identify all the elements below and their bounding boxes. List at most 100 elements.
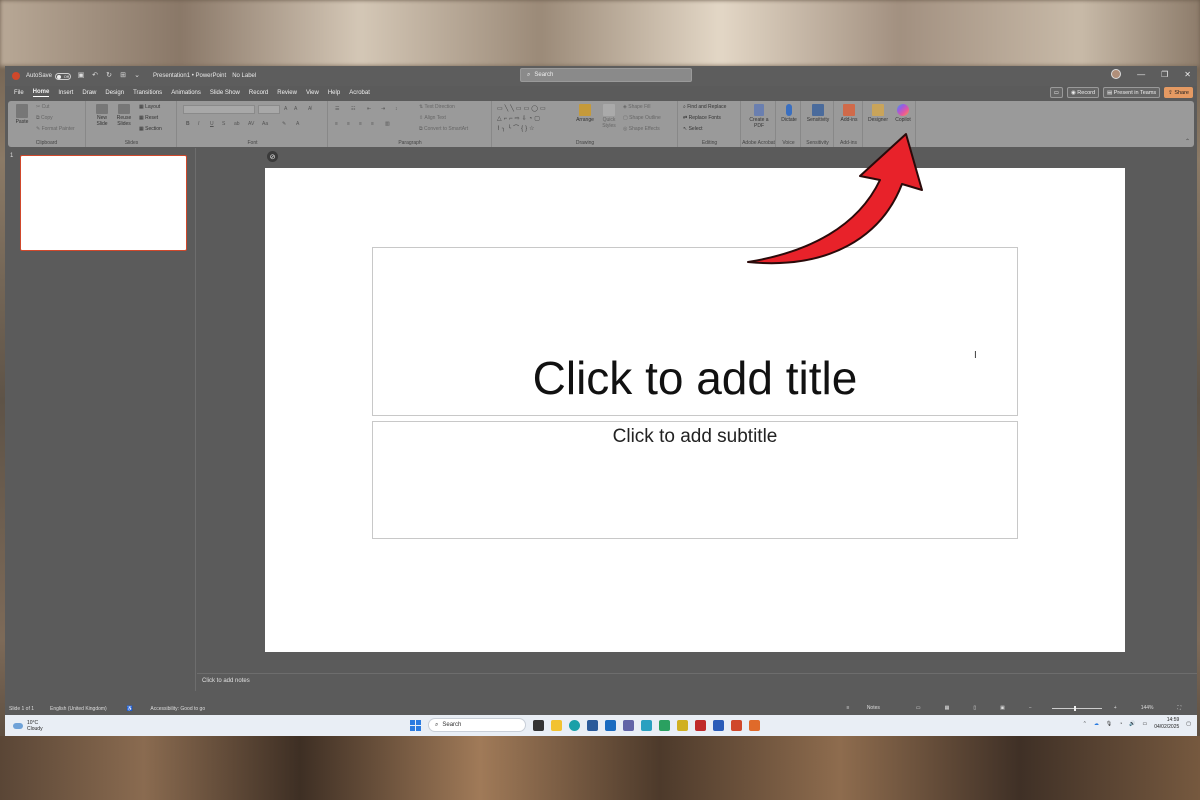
justify-icon[interactable]: ≡ [371, 121, 374, 127]
sensitivity-button[interactable]: Sensitivity [804, 104, 832, 123]
search-box[interactable]: ⌕ Search [520, 68, 692, 82]
volume-icon[interactable]: 🔊 [1129, 721, 1135, 727]
redo-icon[interactable]: ↻ [105, 72, 113, 80]
copy-button[interactable]: ⧉ Copy [36, 115, 53, 121]
office-app-icon[interactable] [749, 719, 760, 731]
tab-file[interactable]: File [14, 90, 24, 96]
tab-view[interactable]: View [306, 90, 319, 96]
comments-button[interactable]: ▭ [1049, 87, 1063, 98]
tab-acrobat[interactable]: Acrobat [349, 90, 370, 96]
present-icon[interactable]: ⊞ [119, 72, 127, 80]
slide-thumbnail[interactable] [20, 155, 187, 251]
accessibility-status[interactable]: ♿ Accessibility: Good to go [123, 706, 217, 712]
paste-button[interactable]: Paste [13, 104, 31, 125]
record-button[interactable]: ◉ Record [1066, 87, 1100, 98]
reading-view-icon[interactable]: ▯ [973, 705, 976, 711]
file-explorer-icon[interactable] [551, 719, 562, 731]
highlight-icon[interactable]: ✎ [282, 121, 286, 127]
new-slide-button[interactable]: New Slide [93, 104, 111, 127]
acrobat-icon[interactable] [695, 719, 706, 731]
copilot-button[interactable]: Copilot [891, 104, 915, 123]
tab-record[interactable]: Record [249, 90, 268, 96]
task-view-icon[interactable] [533, 719, 544, 731]
zoom-out-icon[interactable]: − [1029, 705, 1032, 711]
clock[interactable]: 14:59 04/02/2025 [1154, 717, 1179, 731]
minimize-icon[interactable]: — [1137, 70, 1145, 79]
autosave-toggle[interactable]: Off [55, 72, 72, 80]
addins-button[interactable]: Add-ins [837, 104, 861, 123]
font-name-field[interactable] [183, 105, 255, 114]
increase-indent-icon[interactable]: ⇥ [381, 106, 385, 112]
zoom-slider-thumb[interactable] [1073, 705, 1076, 711]
quick-styles-button[interactable]: Quick Styles [597, 104, 621, 129]
replace-fonts-button[interactable]: ⇄ Replace Fonts [683, 115, 721, 121]
clear-format-icon[interactable]: A̸ [308, 106, 311, 112]
customize-icon[interactable]: ⌄ [133, 72, 141, 80]
slide-sorter-icon[interactable]: ▦ [945, 705, 950, 711]
align-right-icon[interactable]: ≡ [359, 121, 362, 127]
decrease-font-icon[interactable]: A [294, 106, 297, 112]
numbering-icon[interactable]: ☷ [351, 106, 355, 112]
arrange-button[interactable]: Arrange [575, 104, 595, 123]
font-color-icon[interactable]: A [296, 121, 299, 127]
fit-slide-icon[interactable]: ⛶ [1177, 705, 1181, 711]
cut-button[interactable]: ✂ Cut [36, 104, 49, 110]
align-left-icon[interactable]: ≡ [335, 121, 338, 127]
microphone-tray-icon[interactable]: 🎙 [1106, 721, 1112, 727]
avatar[interactable] [1111, 69, 1122, 79]
shape-outline-button[interactable]: ▢ Shape Outline [623, 115, 661, 121]
tab-design[interactable]: Design [105, 90, 124, 96]
tab-help[interactable]: Help [328, 90, 340, 96]
show-hidden-icon[interactable]: ⌃ [1083, 721, 1087, 727]
app-icon[interactable] [641, 719, 652, 731]
present-teams-button[interactable]: ▤ Present in Teams [1103, 87, 1161, 98]
subtitle-placeholder[interactable]: Click to add subtitle [372, 421, 1018, 539]
teams-icon[interactable] [623, 719, 634, 731]
tab-slide-show[interactable]: Slide Show [210, 90, 240, 96]
word-icon[interactable] [713, 719, 724, 731]
bold-icon[interactable]: B [186, 121, 190, 127]
zoom-in-icon[interactable]: + [1114, 705, 1117, 711]
select-button[interactable]: ↖ Select [683, 126, 703, 132]
shadow-icon[interactable]: S [222, 121, 225, 127]
store-icon[interactable] [587, 719, 598, 731]
outlook-icon[interactable] [605, 719, 616, 731]
reset-button[interactable]: ▦ Reset [139, 115, 158, 121]
powerpoint-icon[interactable] [731, 719, 742, 731]
tab-transitions[interactable]: Transitions [133, 90, 162, 96]
italic-icon[interactable]: I [198, 121, 199, 127]
save-icon[interactable]: ▣ [77, 72, 85, 80]
undo-icon[interactable]: ↶ [91, 72, 99, 80]
increase-font-icon[interactable]: A [284, 106, 287, 112]
notes-toggle[interactable]: ≡ Notes [843, 705, 892, 711]
collapse-ribbon-icon[interactable]: ⌃ [1185, 138, 1190, 145]
weather-widget[interactable]: 10°C Cloudy [13, 720, 43, 732]
zoom-slider[interactable] [1051, 705, 1102, 711]
battery-icon[interactable]: ▭ [1143, 721, 1148, 727]
designer-button[interactable]: Designer [866, 104, 890, 123]
find-replace-button[interactable]: ⌕ Find and Replace [683, 104, 726, 110]
bullets-icon[interactable]: ☰ [335, 106, 339, 112]
font-size-field[interactable] [258, 105, 280, 114]
shape-effects-button[interactable]: ◎ Shape Effects [623, 126, 660, 132]
onedrive-icon[interactable]: ☁ [1094, 721, 1099, 727]
layout-button[interactable]: ▦ Layout [139, 104, 160, 110]
underline-icon[interactable]: U [210, 121, 214, 127]
tab-review[interactable]: Review [277, 90, 297, 96]
taskbar-search[interactable]: ⌕ Search [428, 718, 526, 732]
wifi-icon[interactable]: ◔ [1119, 721, 1122, 727]
excel-icon[interactable] [659, 719, 670, 731]
notes-pane[interactable]: Click to add notes [197, 673, 1197, 691]
shape-fill-button[interactable]: ◈ Shape Fill [623, 104, 650, 110]
tab-insert[interactable]: Insert [58, 90, 73, 96]
spacing-icon[interactable]: AV [248, 121, 254, 127]
terminal-icon[interactable] [677, 719, 688, 731]
windows-start-icon[interactable] [410, 719, 421, 731]
shapes-gallery[interactable]: ▭╲╲▭▭◯▭ △⌐⌐⇨⇩◔▢ ⌇╮╰⌒{}☆ [497, 104, 567, 134]
edge-icon[interactable] [569, 719, 580, 731]
zoom-level[interactable]: 144% [1141, 705, 1154, 711]
text-direction-button[interactable]: ⇅ Text Direction [419, 104, 455, 110]
notification-icon[interactable]: ▢ [1186, 721, 1191, 727]
tab-draw[interactable]: Draw [82, 90, 96, 96]
strikethrough-icon[interactable]: ab [234, 121, 240, 127]
